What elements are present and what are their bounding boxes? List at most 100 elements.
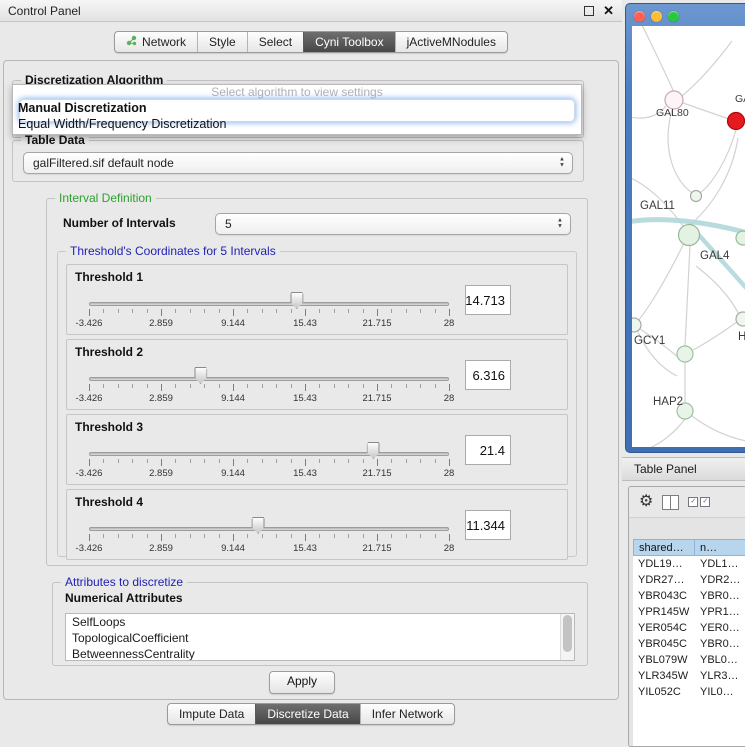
zoom-traffic-icon[interactable] — [668, 11, 679, 22]
scale-label: 21.715 — [362, 393, 391, 404]
cell-name: YER0… — [695, 622, 745, 634]
table-row[interactable]: YPR145W YPR1… — [633, 604, 745, 620]
table-data-combo[interactable]: galFiltered.sif default node ▲▼ — [23, 152, 573, 174]
tick — [219, 534, 220, 538]
close-icon[interactable]: ✕ — [603, 6, 614, 16]
node-gal4[interactable] — [679, 225, 700, 246]
dropdown-option-manual-discretization[interactable]: Manual Discretization — [13, 100, 581, 116]
close-traffic-icon[interactable] — [634, 11, 645, 22]
tab-discretize-data[interactable]: Discretize Data — [255, 704, 359, 724]
table-row[interactable]: YLR345W YLR3… — [633, 668, 745, 684]
list-item-topologicalcoefficient[interactable]: TopologicalCoefficient — [66, 630, 574, 646]
threshold-slider[interactable]: -3.4262.8599.14415.4321.71528 — [89, 291, 449, 329]
cell-name: YBL0… — [695, 654, 745, 666]
tab-network[interactable]: Network — [115, 32, 197, 52]
node-right-partial[interactable] — [736, 231, 745, 245]
slider-thumb[interactable] — [194, 367, 207, 384]
table-body[interactable]: YDL19… YDL1…YDR27… YDR2…YBR043C YBR0…YPR… — [633, 556, 745, 746]
slider-thumb[interactable] — [290, 292, 303, 309]
columns-icon[interactable] — [662, 495, 679, 510]
tab-select[interactable]: Select — [247, 32, 303, 52]
dropdown-option-equal-width-frequency-discretization[interactable]: Equal Width/Frequency Discretization — [13, 116, 581, 132]
table-row[interactable]: YER054C YER0… — [633, 620, 745, 636]
table-row[interactable]: YDL19… YDL1… — [633, 556, 745, 572]
node-gal11[interactable] — [691, 191, 702, 202]
checkbox-icon[interactable]: ✓ — [700, 497, 710, 507]
tick — [161, 309, 162, 316]
tab-cyni-toolbox[interactable]: Cyni Toolbox — [303, 32, 394, 52]
column-header-name[interactable]: n… — [695, 539, 745, 556]
tick — [103, 459, 104, 463]
float-window-icon[interactable] — [584, 6, 594, 16]
tick — [319, 384, 320, 388]
column-header-shared[interactable]: shared… — [633, 539, 695, 556]
scale-label: 21.715 — [362, 468, 391, 479]
tick — [276, 384, 277, 388]
tick — [262, 459, 263, 463]
tick — [348, 309, 349, 313]
table-panel-header[interactable]: Table Panel — [622, 457, 745, 481]
threshold-value-field[interactable]: 6.316 — [465, 360, 511, 390]
tick — [420, 384, 421, 388]
table-row[interactable]: YIL052C YIL0… — [633, 684, 745, 700]
apply-button[interactable]: Apply — [269, 671, 335, 694]
list-item-selfloops[interactable]: SelfLoops — [66, 614, 574, 630]
node-red[interactable] — [728, 113, 745, 130]
list-item-betweennesscentrality[interactable]: BetweennessCentrality — [66, 646, 574, 661]
node-mid[interactable] — [677, 346, 693, 362]
tick — [363, 534, 364, 538]
threshold-slider[interactable]: -3.4262.8599.14415.4321.71528 — [89, 366, 449, 404]
top-tab-bar: NetworkStyleSelectCyni ToolboxjActiveMNo… — [0, 31, 622, 53]
threshold-value-field[interactable]: 14.713 — [465, 285, 511, 315]
network-view-window[interactable]: GAL80 GA GAL11 GAL4 GCY1 H HAP2 — [625, 3, 745, 453]
tick — [132, 459, 133, 463]
tab-infer-network[interactable]: Infer Network — [360, 704, 454, 724]
scrollbar-thumb[interactable] — [563, 615, 572, 652]
control-panel-titlebar: Control Panel ✕ — [0, 0, 622, 22]
threshold-value-field[interactable]: 21.4 — [465, 435, 511, 465]
attributes-scrollbar[interactable] — [560, 614, 574, 660]
network-canvas[interactable]: GAL80 GA GAL11 GAL4 GCY1 H HAP2 — [632, 26, 745, 447]
tick — [118, 309, 119, 313]
tick — [406, 459, 407, 463]
checkbox-icon[interactable]: ✓ — [688, 497, 698, 507]
slider-thumb[interactable] — [252, 517, 265, 534]
minimize-traffic-icon[interactable] — [651, 11, 662, 22]
scale-label: 15.43 — [293, 468, 317, 479]
table-row[interactable]: YDR27… YDR2… — [633, 572, 745, 588]
tick — [190, 309, 191, 313]
tab-impute-data[interactable]: Impute Data — [168, 704, 255, 724]
table-row[interactable]: YBR043C YBR0… — [633, 588, 745, 604]
slider-thumb[interactable] — [367, 442, 380, 459]
tick — [147, 459, 148, 463]
table-row[interactable]: YBR045C YBR0… — [633, 636, 745, 652]
gear-icon[interactable]: ⚙ — [639, 494, 653, 510]
tick — [291, 459, 292, 463]
tick — [348, 384, 349, 388]
table-data-group-title: Table Data — [21, 133, 89, 147]
tick — [233, 384, 234, 391]
threshold-value-field[interactable]: 11.344 — [465, 510, 511, 540]
node-gcy1[interactable] — [632, 318, 641, 332]
scale-label: -3.426 — [76, 393, 103, 404]
tick — [319, 459, 320, 463]
tick — [219, 459, 220, 463]
tab-style[interactable]: Style — [197, 32, 247, 52]
threshold-slider[interactable]: -3.4262.8599.14415.4321.71528 — [89, 441, 449, 479]
threshold-panel-threshold-2: Threshold 2 -3.4262.8599.14415.4321.7152… — [66, 339, 568, 410]
scale-label: 2.859 — [149, 468, 173, 479]
tick — [291, 384, 292, 388]
number-of-intervals-combo[interactable]: 5 ▲▼ — [215, 213, 571, 235]
tab-jactivemnodules[interactable]: jActiveMNodules — [395, 32, 507, 52]
threshold-slider[interactable]: -3.4262.8599.14415.4321.71528 — [89, 516, 449, 554]
node-right-upper[interactable] — [736, 312, 745, 326]
tick — [204, 384, 205, 388]
table-row[interactable]: YBL079W YBL0… — [633, 652, 745, 668]
tick — [175, 459, 176, 463]
select-columns-icons[interactable]: ✓ ✓ — [688, 497, 710, 507]
numerical-attributes-list[interactable]: SelfLoopsTopologicalCoefficientBetweenne… — [65, 613, 575, 661]
cell-name: YBR0… — [695, 590, 745, 602]
threshold-label: Threshold 1 — [75, 270, 143, 284]
tick — [161, 384, 162, 391]
slider-track — [89, 527, 449, 531]
